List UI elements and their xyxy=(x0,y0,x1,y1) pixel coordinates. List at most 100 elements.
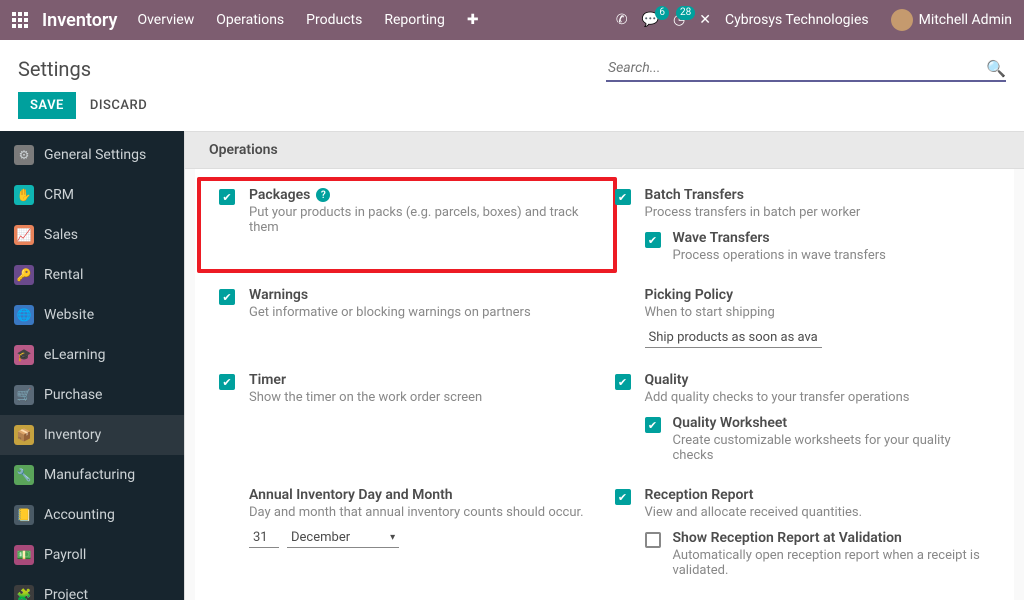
setting-packages-title: Packages xyxy=(249,187,310,203)
setting-packages-desc: Put your products in packs (e.g. parcels… xyxy=(249,205,595,235)
messages-icon[interactable]: 💬6 xyxy=(642,12,659,28)
sidebar-item-label: Website xyxy=(44,307,94,323)
chart-icon: 📈 xyxy=(14,225,34,245)
activities-icon[interactable]: ◷28 xyxy=(673,12,685,28)
sidebar-item-label: eLearning xyxy=(44,347,105,363)
setting-warnings-title: Warnings xyxy=(249,287,308,303)
section-header-operations: Operations xyxy=(185,131,1024,169)
sidebar-item-rental[interactable]: 🔑 Rental xyxy=(0,255,184,295)
nav-reporting[interactable]: Reporting xyxy=(384,12,445,28)
checkbox-packages[interactable]: ✔ xyxy=(219,189,235,205)
checkbox-batch[interactable]: ✔ xyxy=(615,189,631,205)
sidebar-item-label: CRM xyxy=(44,187,74,203)
annual-day-input[interactable] xyxy=(249,528,279,548)
setting-timer-title: Timer xyxy=(249,372,286,388)
setting-annual-title: Annual Inventory Day and Month xyxy=(249,487,453,503)
setting-qws-desc: Create customizable worksheets for your … xyxy=(673,433,991,463)
book-icon: 📒 xyxy=(14,505,34,525)
setting-warnings-desc: Get informative or blocking warnings on … xyxy=(249,305,595,320)
apps-icon[interactable] xyxy=(12,12,28,28)
page-title: Settings xyxy=(18,57,91,81)
setting-timer: ✔ Timer Show the timer on the work order… xyxy=(219,372,595,463)
action-row: SAVE DISCARD xyxy=(0,92,1024,131)
wrench-icon: 🔧 xyxy=(14,465,34,485)
setting-qws-title: Quality Worksheet xyxy=(673,415,788,431)
checkbox-quality[interactable]: ✔ xyxy=(615,374,631,390)
setting-reception-desc: View and allocate received quantities. xyxy=(645,505,991,520)
setting-reception: ✔ Reception Report View and allocate rec… xyxy=(615,487,991,578)
sidebar-item-manufacturing[interactable]: 🔧 Manufacturing xyxy=(0,455,184,495)
help-icon[interactable]: ? xyxy=(316,188,330,202)
sidebar-item-label: Payroll xyxy=(44,547,86,563)
setting-wave-title: Wave Transfers xyxy=(673,230,770,246)
setting-reception-title: Reception Report xyxy=(645,487,754,503)
sidebar-item-accounting[interactable]: 📒 Accounting xyxy=(0,495,184,535)
search-icon[interactable]: 🔍 xyxy=(986,59,1006,78)
sidebar-item-elearning[interactable]: 🎓 eLearning xyxy=(0,335,184,375)
grad-icon: 🎓 xyxy=(14,345,34,365)
sidebar-item-website[interactable]: 🌐 Website xyxy=(0,295,184,335)
nav-overview[interactable]: Overview xyxy=(137,12,194,28)
sidebar-item-purchase[interactable]: 🛒Purchase xyxy=(0,375,184,415)
save-button[interactable]: SAVE xyxy=(18,92,76,119)
app-brand[interactable]: Inventory xyxy=(42,10,117,31)
setting-show-reception-desc: Automatically open reception report when… xyxy=(673,548,991,578)
setting-wave-desc: Process operations in wave transfers xyxy=(673,248,886,263)
globe-icon: 🌐 xyxy=(14,305,34,325)
checkbox-quality-ws[interactable]: ✔ xyxy=(645,417,661,433)
messages-badge: 6 xyxy=(655,6,669,20)
setting-annual-desc: Day and month that annual inventory coun… xyxy=(249,505,595,520)
company-name[interactable]: Cybrosys Technologies xyxy=(725,12,869,28)
sidebar-item-label: Manufacturing xyxy=(44,467,135,483)
sidebar: ⚙ General Settings ✋ CRM 📈 Sales 🔑 Rental 🌐 Websi… xyxy=(0,131,185,600)
setting-picking: Picking Policy When to start shipping Sh… xyxy=(615,287,991,348)
setting-annual: Annual Inventory Day and Month Day and m… xyxy=(219,487,595,578)
setting-timer-desc: Show the timer on the work order screen xyxy=(249,390,595,405)
gear-icon: ⚙ xyxy=(14,145,34,165)
cart-icon: 🛒 xyxy=(14,385,34,405)
sidebar-item-label: Project xyxy=(44,587,88,600)
phone-icon[interactable]: ✆ xyxy=(616,12,628,28)
key-icon: 🔑 xyxy=(14,265,34,285)
sidebar-item-project[interactable]: 🧩Project xyxy=(0,575,184,600)
setting-batch: ✔ Batch Transfers Process transfers in b… xyxy=(615,187,991,263)
avatar[interactable] xyxy=(891,9,913,31)
pay-icon: 💵 xyxy=(14,545,34,565)
nav-products[interactable]: Products xyxy=(306,12,362,28)
checkbox-timer[interactable]: ✔ xyxy=(219,374,235,390)
main-content: Operations ✔ Packages? Put your products… xyxy=(185,131,1024,600)
sidebar-item-general-settings[interactable]: ⚙ General Settings xyxy=(0,135,184,175)
search-wrap: 🔍 xyxy=(606,56,1006,82)
setting-quality-title: Quality xyxy=(645,372,689,388)
sidebar-item-label: Rental xyxy=(44,267,83,283)
tools-icon[interactable]: ✕ xyxy=(699,12,711,28)
setting-quality: ✔ Quality Add quality checks to your tra… xyxy=(615,372,991,463)
sidebar-item-sales[interactable]: 📈 Sales xyxy=(0,215,184,255)
checkbox-wave[interactable]: ✔ xyxy=(645,232,661,248)
box-icon: 📦 xyxy=(14,425,34,445)
setting-show-reception-title: Show Reception Report at Validation xyxy=(673,530,902,546)
plus-icon[interactable]: ✚ xyxy=(467,12,479,28)
setting-batch-title: Batch Transfers xyxy=(645,187,744,203)
hand-icon: ✋ xyxy=(14,185,34,205)
setting-batch-desc: Process transfers in batch per worker xyxy=(645,205,991,220)
sidebar-item-label: Accounting xyxy=(44,507,115,523)
search-input[interactable] xyxy=(606,56,986,80)
annual-month-select[interactable]: December▾ xyxy=(287,528,399,548)
sidebar-item-label: General Settings xyxy=(44,147,146,163)
checkbox-warnings[interactable]: ✔ xyxy=(219,289,235,305)
user-name[interactable]: Mitchell Admin xyxy=(919,12,1012,28)
checkbox-reception[interactable]: ✔ xyxy=(615,489,631,505)
sidebar-item-inventory[interactable]: 📦Inventory xyxy=(0,415,184,455)
sidebar-item-label: Sales xyxy=(44,227,78,243)
checkbox-show-reception[interactable] xyxy=(645,532,661,548)
discard-button[interactable]: DISCARD xyxy=(90,98,147,113)
sidebar-item-payroll[interactable]: 💵 Payroll xyxy=(0,535,184,575)
sidebar-item-crm[interactable]: ✋ CRM xyxy=(0,175,184,215)
setting-warnings: ✔ Warnings Get informative or blocking w… xyxy=(219,287,595,348)
setting-picking-desc: When to start shipping xyxy=(645,305,991,320)
setting-quality-desc: Add quality checks to your transfer oper… xyxy=(645,390,991,405)
nav-operations[interactable]: Operations xyxy=(216,12,284,28)
picking-policy-select[interactable]: Ship products as soon as ava xyxy=(645,328,822,348)
topbar: Inventory Overview Operations Products R… xyxy=(0,0,1024,40)
